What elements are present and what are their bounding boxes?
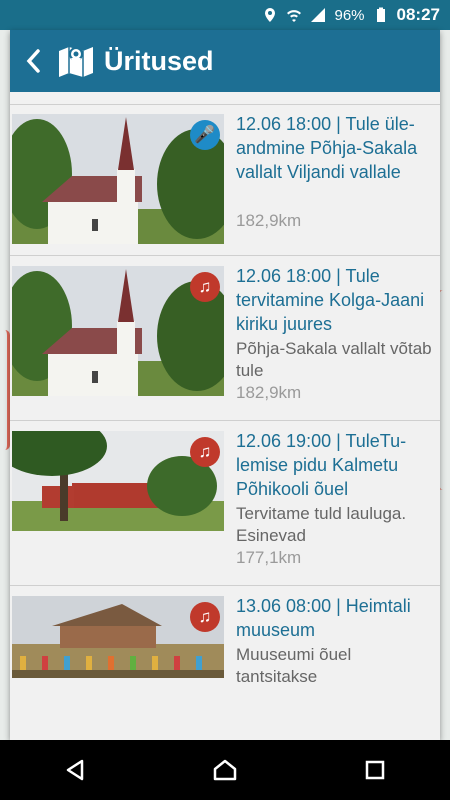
divider xyxy=(10,104,440,105)
signal-icon xyxy=(311,8,326,22)
music-icon: ♫ xyxy=(190,272,220,302)
event-text: 12.06 18:00 | Tule tervitamine Kolga-Jaa… xyxy=(236,264,436,404)
event-item[interactable]: ♫ 12.06 18:00 | Tule tervitamine Kolga-J… xyxy=(10,264,440,414)
clock: 08:27 xyxy=(396,5,440,24)
back-button[interactable] xyxy=(10,30,56,92)
nav-back-button[interactable] xyxy=(55,750,95,790)
event-text: 12.06 18:00 | Tule üle-andmine Põhja-Sak… xyxy=(236,112,436,232)
events-panel: Üritused 🎤 12.06 18:00 | Tule üle-andmin… xyxy=(10,30,440,740)
music-icon: ♫ xyxy=(190,437,220,467)
event-title: 12.06 18:00 | Tule tervitamine Kolga-Jaa… xyxy=(236,266,425,334)
event-thumbnail: 🎤 xyxy=(12,114,224,244)
toolbar: Üritused xyxy=(10,30,440,92)
divider xyxy=(10,255,440,256)
battery-icon xyxy=(376,7,385,22)
battery-percent: 96% xyxy=(334,6,365,24)
event-thumbnail: ♫ xyxy=(12,431,224,531)
event-item[interactable]: ♫ 12.06 19:00 | TuleTu-lemise pidu Kalme… xyxy=(10,429,440,579)
map-icon xyxy=(59,47,93,77)
location-icon xyxy=(265,8,276,22)
event-description: Tervitame tuld lauluga. Esinevad xyxy=(236,504,407,545)
page-title: Üritused xyxy=(104,45,214,76)
nav-home-button[interactable] xyxy=(205,750,245,790)
event-text: 13.06 08:00 | Heimtali muuseum Muuseumi … xyxy=(236,594,436,688)
event-distance: 177,1km xyxy=(236,548,302,567)
event-distance: 182,9km xyxy=(236,211,302,230)
event-item[interactable]: 🎤 12.06 18:00 | Tule üle-andmine Põhja-S… xyxy=(10,112,440,252)
map-road xyxy=(0,330,10,450)
event-text: 12.06 19:00 | TuleTu-lemise pidu Kalmetu… xyxy=(236,429,436,569)
event-item[interactable]: ♫ 13.06 08:00 | Heimtali muuseum Muuseum… xyxy=(10,594,440,734)
nav-recents-icon xyxy=(365,760,385,780)
event-thumbnail: ♫ xyxy=(12,266,224,396)
event-title: 13.06 08:00 | Heimtali muuseum xyxy=(236,596,411,640)
divider xyxy=(10,420,440,421)
event-description: Põhja-Sakala vallalt võtab tule xyxy=(236,339,432,380)
event-title: 12.06 19:00 | TuleTu-lemise pidu Kalmetu… xyxy=(236,431,407,499)
status-bar: 96% 08:27 xyxy=(0,0,450,30)
chevron-left-icon xyxy=(26,49,40,73)
divider xyxy=(10,585,440,586)
wifi-icon xyxy=(287,10,302,22)
event-distance: 182,9km xyxy=(236,383,302,402)
microphone-icon: 🎤 xyxy=(190,120,220,150)
navigation-bar xyxy=(0,740,450,800)
event-list[interactable]: 🎤 12.06 18:00 | Tule üle-andmine Põhja-S… xyxy=(10,92,440,740)
event-thumbnail: ♫ xyxy=(12,596,224,678)
nav-back-icon xyxy=(66,759,84,781)
nav-recents-button[interactable] xyxy=(355,750,395,790)
event-title: 12.06 18:00 | Tule üle-andmine Põhja-Sak… xyxy=(236,114,418,182)
nav-home-icon xyxy=(213,759,237,781)
music-icon: ♫ xyxy=(190,602,220,632)
event-description: Muuseumi õuel tantsitakse xyxy=(236,645,352,686)
